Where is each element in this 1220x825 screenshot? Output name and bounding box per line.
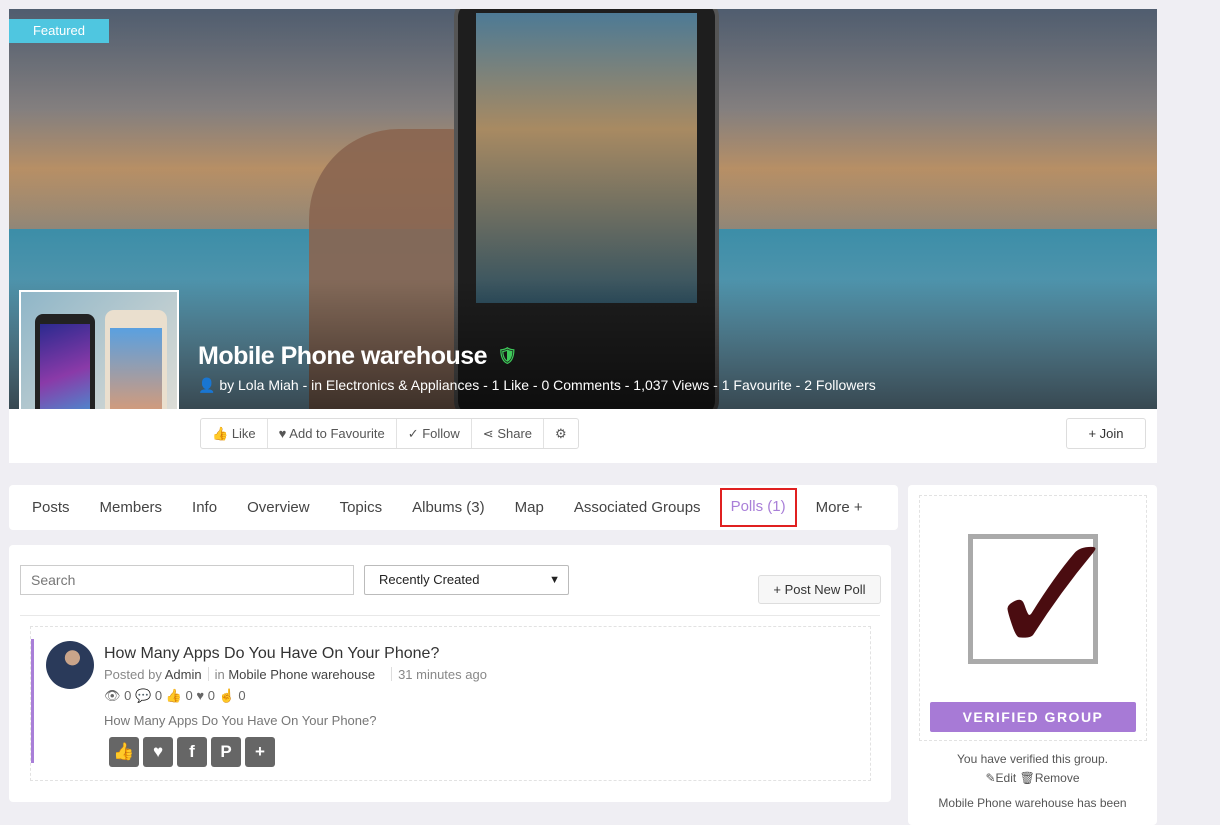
plus-icon: + [773,582,782,597]
like-button[interactable]: 👍 Like [201,419,268,448]
edit-link[interactable]: ✎Edit [985,771,1016,785]
group-tabs: Posts Members Info Overview Topics Album… [9,485,898,530]
polls-panel: Search Recently Created ▼ + Post New Poll… [9,545,891,802]
featured-badge: Featured [9,19,109,43]
page-title: Mobile Phone warehouse 🛡 [198,342,517,370]
verified-description: Mobile Phone warehouse has been [938,796,1127,810]
action-buttons: 👍 Like ♥ Add to Favourite ✓ Follow ⋖ Sha… [200,418,579,449]
comment-icon: 💬 [135,688,152,703]
action-bar [9,409,1157,463]
poll-description: How Many Apps Do You Have On Your Phone? [104,713,377,728]
remove-link[interactable]: 🗑Remove [1020,771,1080,785]
poll-stats: 👁 0 💬 0 👍 0 ♥ 0 ☝ 0 [104,688,246,703]
verified-sidebar: ✓ VERIFIED GROUP You have verified this … [908,485,1157,825]
chevron-down-icon: ▼ [549,574,560,586]
plus-icon: + [1088,426,1097,441]
pinterest-icon[interactable]: P [211,737,241,767]
list-item: How Many Apps Do You Have On Your Phone?… [30,626,871,781]
checkmark-icon: ✓ [982,501,1125,691]
search-input[interactable]: Search [20,565,354,595]
heart-icon[interactable]: ♥ [143,737,173,767]
tab-more[interactable]: More + [801,485,878,530]
user-icon: 👤 [198,377,216,393]
tab-topics[interactable]: Topics [325,485,398,530]
tab-members[interactable]: Members [85,485,178,530]
facebook-icon[interactable]: f [177,737,207,767]
tab-associated-groups[interactable]: Associated Groups [559,485,716,530]
avatar[interactable] [46,641,94,689]
poll-title[interactable]: How Many Apps Do You Have On Your Phone? [104,645,439,663]
check-icon: ✓ [407,426,419,441]
tab-albums[interactable]: Albums (3) [397,485,500,530]
pencil-icon: ✎ [985,771,996,785]
verified-text: You have verified this group. [957,752,1108,766]
share-icon: ⋖ [482,426,494,441]
tab-overview[interactable]: Overview [232,485,325,530]
verified-group-badge: VERIFIED GROUP [930,702,1136,732]
settings-button[interactable]: ⚙ [544,419,578,448]
author-link[interactable]: Admin [165,667,202,682]
group-meta: 👤 by Lola Miah - in Electronics & Applia… [198,377,876,393]
verified-shield-icon: 🛡 [497,348,517,365]
cover-photo [9,9,1157,409]
tab-posts[interactable]: Posts [17,485,85,530]
sort-select[interactable]: Recently Created ▼ [364,565,569,595]
tab-info[interactable]: Info [177,485,232,530]
post-new-poll-button[interactable]: + Post New Poll [758,575,881,604]
heart-icon: ♥ [278,426,287,441]
heart-icon: ♥ [196,688,205,703]
favourite-button[interactable]: ♥ Add to Favourite [268,419,397,448]
thumbs-up-icon: 👍 [212,426,229,441]
join-button[interactable]: + Join [1066,418,1146,449]
thumbs-up-icon: 👍 [165,688,182,703]
tab-polls[interactable]: Polls (1) [716,484,801,531]
trash-icon: 🗑 [1019,771,1035,785]
plus-icon[interactable]: + [245,737,275,767]
like-icon[interactable]: 👍 [109,737,139,767]
divider [20,615,880,616]
share-button[interactable]: ⋖ Share [472,419,545,448]
eye-icon: 👁 [104,688,121,703]
tab-map[interactable]: Map [500,485,559,530]
vote-icon: ☝ [218,688,235,703]
share-buttons: 👍 ♥ f P + [109,737,275,767]
follow-button[interactable]: ✓ Follow [397,419,472,448]
group-link[interactable]: Mobile Phone warehouse [228,667,375,682]
gear-icon: ⚙ [555,426,567,441]
poll-meta: Posted by Admin in Mobile Phone warehouse… [104,667,487,682]
